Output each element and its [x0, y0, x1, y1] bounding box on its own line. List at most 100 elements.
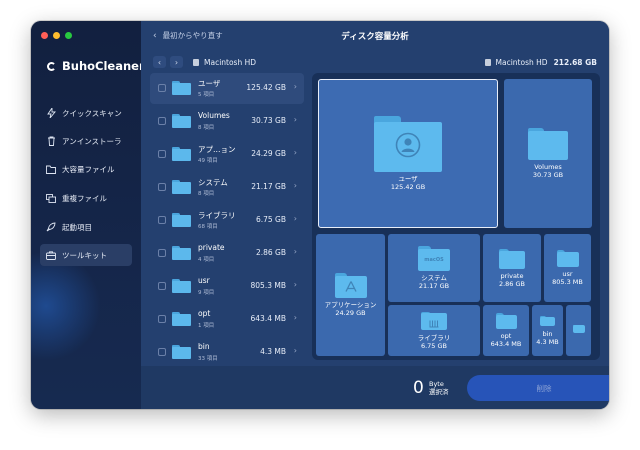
tile-size: 643.4 MB [490, 340, 522, 348]
item-size: 4.3 MB [260, 347, 286, 356]
folder-icon [172, 279, 191, 293]
list-item[interactable]: bin 33 項目 4.3 MB › [150, 337, 304, 363]
row-checkbox[interactable] [158, 249, 166, 257]
disk-name: Macintosh HD [495, 58, 548, 67]
chevron-right-icon: › [293, 214, 297, 223]
tile-size: 125.42 GB [390, 183, 426, 191]
item-size: 2.86 GB [255, 248, 286, 257]
folder-icon [556, 250, 579, 267]
sidebar-item-uninstaller[interactable]: アンインストーラ [40, 130, 132, 152]
list-item[interactable]: private 4 項目 2.86 GB › [150, 238, 304, 269]
selected-label: 選択済 [429, 388, 449, 396]
item-name: usr [198, 276, 210, 285]
sidebar-item-label: アンインストーラ [62, 136, 122, 146]
row-checkbox[interactable] [158, 315, 166, 323]
list-item[interactable]: opt 1 項目 643.4 MB › [150, 304, 304, 335]
item-size: 24.29 GB [251, 149, 286, 158]
tile-name: bin [542, 329, 553, 338]
treemap-tile-library[interactable]: ライブラリ 6.75 GB [388, 305, 480, 356]
disk-treemap: ユーザ 125.42 GB Volumes 30.73 GB アプリケーション … [312, 73, 600, 360]
forward-nav-button[interactable]: › [170, 56, 183, 68]
bolt-icon [46, 108, 56, 118]
page-title: ディスク容量分析 [341, 32, 409, 42]
treemap-tile-users[interactable]: ユーザ 125.42 GB [318, 79, 498, 228]
folder-list: ユーザ 5 項目 125.42 GB › Volumes 8 項目 30.73 … [150, 73, 304, 363]
treemap-tile-private[interactable]: private 2.86 GB [483, 234, 541, 302]
item-count: 1 項目 [198, 323, 215, 329]
chevron-right-icon: › [293, 115, 297, 124]
item-name: bin [198, 342, 210, 351]
row-checkbox[interactable] [158, 84, 166, 92]
close-window-button[interactable] [41, 32, 48, 39]
app-name: BuhoCleaner [62, 59, 141, 73]
folder-icon [172, 213, 191, 227]
top-bar: ‹ 最初からやり直す ディスク容量分析 [141, 21, 609, 51]
chevron-right-icon: › [293, 82, 297, 91]
row-checkbox[interactable] [158, 183, 166, 191]
treemap-tile-other[interactable] [566, 305, 591, 356]
chevron-left-icon: ‹ [157, 57, 162, 67]
system-folder-icon: macOS [418, 246, 450, 271]
macos-text: macOS [424, 256, 444, 263]
sidebar-item-quick-scan[interactable]: クイックスキャン [40, 102, 132, 124]
row-checkbox[interactable] [158, 282, 166, 290]
row-checkbox[interactable] [158, 150, 166, 158]
row-checkbox[interactable] [158, 117, 166, 125]
breadcrumb-path: Macintosh HD [204, 58, 257, 67]
treemap-tile-bin[interactable]: bin 4.3 MB [532, 305, 563, 356]
delete-button[interactable]: 削除 [467, 375, 609, 401]
treemap-tile-usr[interactable]: usr 805.3 MB [544, 234, 591, 302]
item-name: アプ…ョン [198, 145, 236, 154]
list-item[interactable]: ユーザ 5 項目 125.42 GB › [150, 73, 304, 104]
toolbox-icon [46, 250, 56, 260]
item-name: システム [198, 178, 228, 187]
footer-bar: 0 Byte 選択済 削除 [141, 366, 609, 409]
row-checkbox[interactable] [158, 348, 166, 356]
list-item[interactable]: アプ…ョン 49 項目 24.29 GB › [150, 139, 304, 170]
rocket-icon [46, 222, 56, 232]
trash-icon [46, 136, 56, 146]
tile-size: 30.73 GB [532, 171, 564, 179]
folder-icon [495, 313, 517, 329]
selected-unit: Byte [429, 380, 444, 388]
item-count: 8 項目 [198, 125, 215, 131]
item-size: 125.42 GB [246, 83, 286, 92]
treemap-tile-volumes[interactable]: Volumes 30.73 GB [504, 79, 592, 228]
list-item[interactable]: Volumes 8 項目 30.73 GB › [150, 106, 304, 137]
back-nav-button[interactable]: ‹ [153, 56, 166, 68]
treemap-tile-system[interactable]: macOS システム 21.17 GB [388, 234, 480, 302]
minimize-window-button[interactable] [53, 32, 60, 39]
treemap-tile-applications[interactable]: アプリケーション 24.29 GB [316, 234, 385, 356]
list-item[interactable]: usr 9 項目 805.3 MB › [150, 271, 304, 302]
applications-folder-icon [334, 273, 367, 298]
sidebar-item-large-files[interactable]: 大容量ファイル [40, 158, 132, 180]
item-name: Volumes [198, 111, 230, 120]
sidebar-item-label: クイックスキャン [62, 108, 122, 118]
item-size: 30.73 GB [251, 116, 286, 125]
folder-icon [172, 114, 191, 128]
list-item[interactable]: システム 8 項目 21.17 GB › [150, 172, 304, 203]
tile-size: 2.86 GB [498, 279, 526, 288]
chevron-right-icon: › [293, 247, 297, 256]
item-size: 643.4 MB [250, 314, 286, 323]
list-item[interactable]: ライブラリ 68 項目 6.75 GB › [150, 205, 304, 236]
item-count: 49 項目 [198, 158, 218, 164]
tile-size: 4.3 MB [536, 337, 559, 346]
zoom-window-button[interactable] [65, 32, 72, 39]
chevron-right-icon: › [293, 148, 297, 157]
app-window: BuhoCleaner クイックスキャン アンインストーラ 大容量ファイル 重複… [31, 21, 609, 409]
sidebar-item-startup[interactable]: 起動項目 [40, 216, 132, 238]
item-count: 33 項目 [198, 356, 218, 362]
hard-drive-icon [193, 59, 199, 66]
item-count: 5 項目 [198, 92, 215, 98]
item-name: ライブラリ [198, 211, 236, 220]
treemap-tile-opt[interactable]: opt 643.4 MB [483, 305, 529, 356]
row-checkbox[interactable] [158, 216, 166, 224]
tile-name: アプリケーション [324, 301, 377, 309]
sidebar-item-duplicates[interactable]: 重複ファイル [40, 187, 132, 209]
sidebar-item-toolkit[interactable]: ツールキット [40, 244, 132, 266]
user-folder-icon [374, 116, 442, 172]
chevron-right-icon: › [293, 313, 297, 322]
duplicate-icon [46, 193, 56, 203]
item-count: 4 項目 [198, 257, 215, 263]
